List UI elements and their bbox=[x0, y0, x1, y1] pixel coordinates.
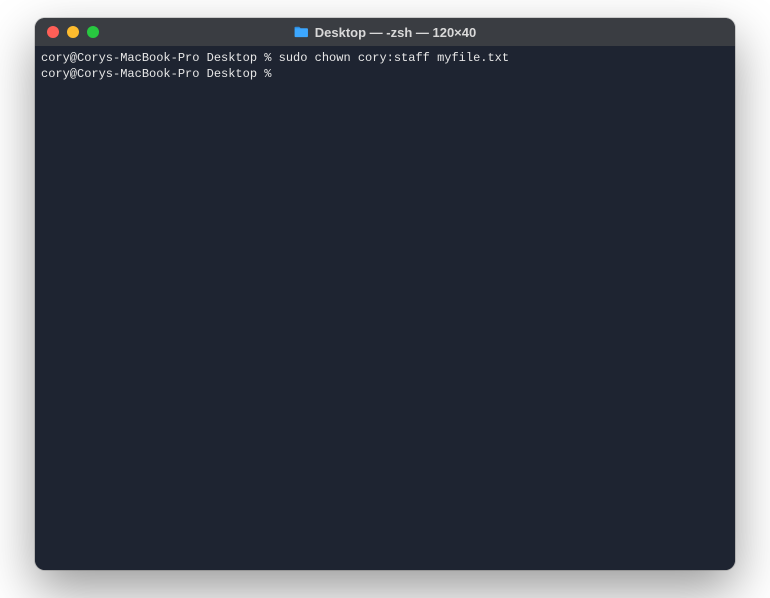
window-title-container: Desktop — -zsh — 120×40 bbox=[35, 25, 735, 40]
terminal-body[interactable]: cory@Corys-MacBook-Pro Desktop % sudo ch… bbox=[35, 46, 735, 570]
shell-command: sudo chown cory:staff myfile.txt bbox=[279, 51, 509, 65]
folder-icon bbox=[294, 26, 309, 38]
traffic-lights bbox=[35, 26, 99, 38]
titlebar[interactable]: Desktop — -zsh — 120×40 bbox=[35, 18, 735, 46]
terminal-window: Desktop — -zsh — 120×40 cory@Corys-MacBo… bbox=[35, 18, 735, 570]
close-button[interactable] bbox=[47, 26, 59, 38]
terminal-line: cory@Corys-MacBook-Pro Desktop % bbox=[41, 66, 729, 82]
shell-prompt: cory@Corys-MacBook-Pro Desktop % bbox=[41, 67, 279, 81]
minimize-button[interactable] bbox=[67, 26, 79, 38]
maximize-button[interactable] bbox=[87, 26, 99, 38]
window-title: Desktop — -zsh — 120×40 bbox=[315, 25, 476, 40]
terminal-line: cory@Corys-MacBook-Pro Desktop % sudo ch… bbox=[41, 50, 729, 66]
shell-prompt: cory@Corys-MacBook-Pro Desktop % bbox=[41, 51, 279, 65]
